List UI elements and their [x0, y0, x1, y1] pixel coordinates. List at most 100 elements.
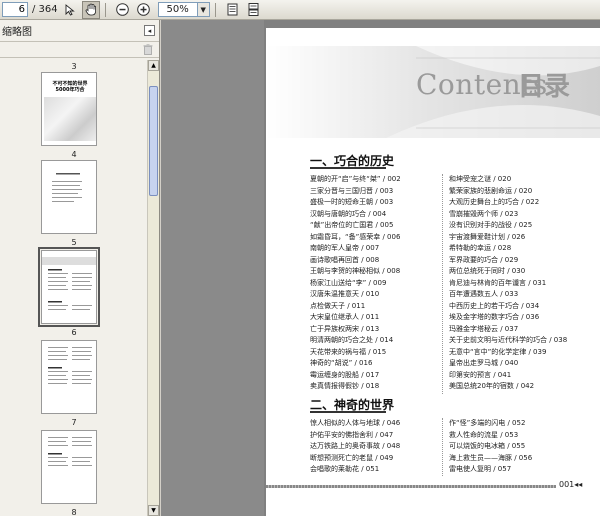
toc-entry[interactable]: 雪崩摧毁两个师 / 023	[449, 209, 567, 221]
panel-header: 缩略图 ◂	[0, 20, 159, 42]
document-gutter	[161, 20, 264, 516]
collapse-icon[interactable]: ◂	[144, 25, 155, 36]
zoom-select[interactable]: 50% ▼	[157, 2, 210, 17]
pdf-page: Contents 目录 一、巧合的历史 夏朝的开“启”与终“桀” / 002 三家…	[266, 28, 600, 516]
thumbnail-panel: 缩略图 ◂ 3 不可不知的世界 5000年巧合 4 5 6 7 8 ▲ ▼	[0, 20, 160, 516]
toc-entry[interactable]: 希特勒的幸运 / 028	[449, 243, 567, 255]
toc-entry[interactable]: 夏朝的开“启”与终“桀” / 002	[310, 174, 401, 186]
toc-entry[interactable]: 繁荣家族的悲剧命运 / 020	[449, 186, 567, 198]
toc-entry[interactable]: 会唱歌的莱勒花 / 051	[310, 464, 400, 476]
toc-entry[interactable]: 两位总统死于同时 / 030	[449, 266, 567, 278]
toc-entry[interactable]: 军界政要的巧合 / 029	[449, 255, 567, 267]
toc-entry[interactable]: 亡于异族权两宋 / 013	[310, 324, 401, 336]
cover-title: 不可不知的世界 5000年巧合	[52, 81, 88, 93]
page-number-input[interactable]	[2, 2, 28, 17]
toc-entry[interactable]: 汉朝与唐朝的巧合 / 004	[310, 209, 401, 221]
toc-entry[interactable]: 百年遭遇数五人 / 033	[449, 289, 567, 301]
scroll-down-icon[interactable]: ▼	[148, 505, 159, 516]
toc-entry[interactable]: 杨家江山送给“李” / 009	[310, 278, 401, 290]
toc-entry[interactable]: 关于史前文明与近代科学的巧合 / 038	[449, 335, 567, 347]
toc-entry[interactable]: 印第安的预言 / 041	[449, 370, 567, 382]
toc-entry[interactable]: 大宋皇位继承人 / 011	[310, 312, 401, 324]
toc-entry[interactable]: 汉唐朱温推意天 / 010	[310, 289, 401, 301]
hand-icon	[85, 3, 96, 16]
thumbnail-label: 8	[71, 508, 77, 516]
contents-heading-cn: 目录	[518, 72, 571, 102]
toc-entry[interactable]: 大观历史舞台上的巧合 / 022	[449, 197, 567, 209]
thumbnail-text-lines	[52, 173, 82, 202]
thumbnail-text-lines	[42, 257, 96, 310]
toc-entry[interactable]: 点检做天子 / 011	[310, 301, 401, 313]
toc-entry[interactable]: 断想预测死亡的老鼠 / 049	[310, 453, 400, 465]
toc-entry[interactable]: 惊人相似的人体与地球 / 046	[310, 418, 400, 430]
toc-entry[interactable]: 皇帝出走罗马城 / 040	[449, 358, 567, 370]
single-page-icon	[227, 3, 238, 16]
thumbnail-list: 3 不可不知的世界 5000年巧合 4 5 6 7 8	[0, 60, 148, 516]
single-page-button[interactable]	[224, 1, 242, 19]
hand-tool-button[interactable]	[81, 0, 100, 19]
thumbnail-image	[41, 430, 97, 504]
toc-entry[interactable]: 画诗歌唱再回首 / 008	[310, 255, 401, 267]
continuous-page-button[interactable]	[245, 1, 263, 19]
toc-entry[interactable]: 中西历史上的若干巧合 / 034	[449, 301, 567, 313]
toc-entry[interactable]: 明清两朝的巧合之处 / 014	[310, 335, 401, 347]
thumbnail-text-lines	[48, 437, 92, 466]
section-underline	[310, 167, 386, 169]
thumbnail-label: 7	[71, 418, 77, 427]
toc-entry[interactable]: 没有识别对手的战役 / 025	[449, 220, 567, 232]
toc-entry[interactable]: 王朝与李贺的神秘相似 / 008	[310, 266, 401, 278]
toolbar-separator	[214, 2, 216, 17]
toc-entry[interactable]: 南朝的军人皇帝 / 007	[310, 243, 401, 255]
toc-entry[interactable]: 雷电使人复明 / 057	[449, 464, 532, 476]
zoom-in-icon	[137, 3, 150, 16]
toc-entry[interactable]: 海上救生员——海豚 / 056	[449, 453, 532, 465]
toolbar-separator	[104, 2, 106, 17]
toc-entry[interactable]: 宇宙渡舞爱鞋计划 / 026	[449, 232, 567, 244]
toc-entry[interactable]: 救人性命的流星 / 053	[449, 430, 532, 442]
toc-entry[interactable]: 护佑平安的佛指舍利 / 047	[310, 430, 400, 442]
toc-entry[interactable]: 美国总统20年的宿数 / 042	[449, 381, 567, 393]
zoom-out-icon	[116, 3, 129, 16]
zoom-out-button[interactable]	[114, 1, 132, 19]
toc-entry[interactable]: 三家分晋与三国归晋 / 003	[310, 186, 401, 198]
thumbnail-label: 4	[71, 150, 77, 159]
scrollbar-thumb[interactable]	[149, 86, 158, 196]
toc-entry[interactable]: 埃及金字塔的数字巧合 / 036	[449, 312, 567, 324]
toc-entry[interactable]: 霉运缠身的股船 / 017	[310, 370, 401, 382]
trash-icon[interactable]	[143, 44, 153, 55]
thumbnail-image: 不可不知的世界 5000年巧合	[41, 72, 97, 146]
toc-entry[interactable]: 无意中“言中”的化学定律 / 039	[449, 347, 567, 359]
toc-entry[interactable]: 作“怪”多端的闪电 / 052	[449, 418, 532, 430]
toc-entry[interactable]: 和坤受宠之谜 / 020	[449, 174, 567, 186]
toc-entry[interactable]: 如霜昏耳，“备”感荣幸 / 006	[310, 232, 401, 244]
toc-entry[interactable]: 肯尼迪与林肯的百年谶言 / 031	[449, 278, 567, 290]
toc-entry[interactable]: 可以烧饭的电冰箱 / 055	[449, 441, 532, 453]
toc-column-left: 夏朝的开“启”与终“桀” / 002 三家分晋与三国归晋 / 003 盛极一时的短命…	[310, 174, 401, 393]
zoom-value[interactable]: 50%	[157, 2, 198, 17]
select-tool-button[interactable]	[61, 1, 79, 19]
toc-entry[interactable]: 玛雅金字塔秘云 / 037	[449, 324, 567, 336]
toolbar: / 364 50% ▼	[0, 0, 600, 20]
thumbnail-scrollbar[interactable]: ▲ ▼	[147, 60, 159, 516]
panel-title: 缩略图	[2, 27, 32, 38]
toc-column-left: 惊人相似的人体与地球 / 046 护佑平安的佛指舍利 / 047 达万铁路上的奥奇事…	[310, 418, 400, 476]
document-view[interactable]: Contents 目录 一、巧合的历史 夏朝的开“启”与终“桀” / 002 三家…	[161, 20, 600, 516]
thumbnail-label: 6	[71, 328, 77, 337]
page-total: / 364	[32, 4, 58, 15]
toc-entry[interactable]: 天花带来的祸与福 / 015	[310, 347, 401, 359]
thumbnail-label: 5	[71, 238, 77, 247]
scroll-up-icon[interactable]: ▲	[148, 60, 159, 71]
zoom-in-button[interactable]	[135, 1, 153, 19]
chevron-down-icon[interactable]: ▼	[197, 2, 210, 17]
column-divider	[442, 418, 443, 476]
toc-entry[interactable]: 达万铁路上的奥奇事故 / 048	[310, 441, 400, 453]
panel-options-bar	[0, 42, 159, 58]
toc-entry[interactable]: 盛极一时的短命王朝 / 003	[310, 197, 401, 209]
toc-entry[interactable]: “献”出帝位的亡国君 / 005	[310, 220, 401, 232]
thumbnail-label: 3	[71, 62, 77, 71]
toc-entry[interactable]: 卖真情报得假钞 / 018	[310, 381, 401, 393]
thumbnail-image	[41, 340, 97, 414]
select-icon	[65, 3, 75, 16]
toc-entry[interactable]: 神奇的“胡说” / 016	[310, 358, 401, 370]
page-number: 001◂◂	[559, 480, 583, 489]
